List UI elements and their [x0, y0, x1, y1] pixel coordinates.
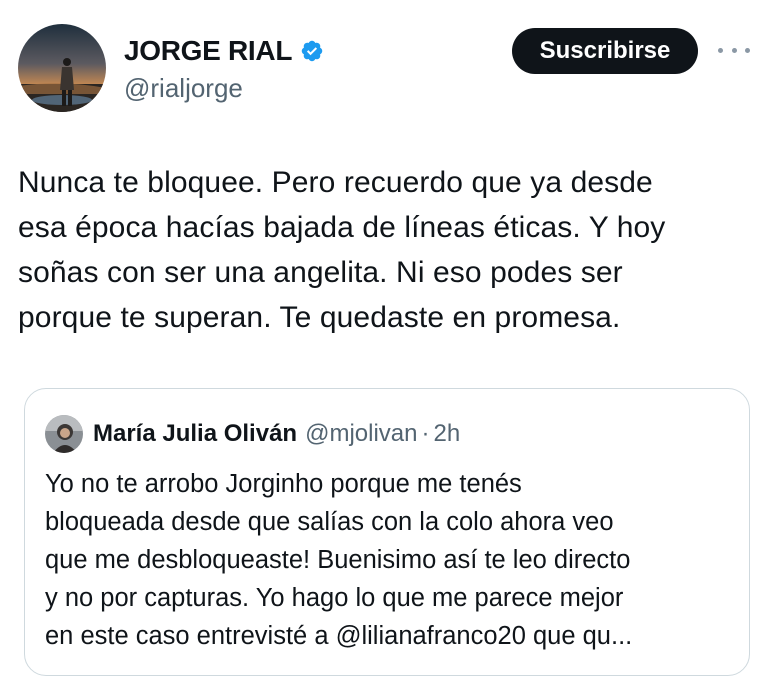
quoted-tweet-card[interactable]: María Julia Oliván @mjolivan · 2h Yo no … [24, 388, 750, 676]
separator-dot: · [421, 420, 430, 447]
quoted-author-handle[interactable]: @mjolivan [305, 420, 417, 448]
quoted-timestamp[interactable]: 2h [434, 420, 461, 448]
dot [731, 47, 737, 53]
more-options-icon[interactable] [718, 38, 750, 62]
quoted-tweet-text: Yo no te arrobo Jorginho porque me tenés… [45, 470, 633, 650]
quoted-author-name[interactable]: María Julia Oliván [93, 420, 297, 448]
author-handle[interactable]: @rialjorge [124, 72, 243, 104]
dot [745, 47, 750, 53]
author-name[interactable]: JORGE RIAL [124, 34, 292, 68]
quoted-tweet-header: María Julia Oliván @mjolivan · 2h [45, 415, 460, 453]
subscribe-button[interactable]: Suscribirse [512, 28, 698, 74]
dot [718, 47, 723, 53]
quoted-author-avatar[interactable] [45, 415, 83, 453]
author-avatar[interactable] [18, 24, 106, 112]
tweet-text: Nunca te bloquee. Pero recuerdo que ya d… [18, 166, 666, 334]
verified-badge-icon [301, 40, 323, 62]
author-name-row[interactable]: JORGE RIAL [124, 34, 324, 68]
